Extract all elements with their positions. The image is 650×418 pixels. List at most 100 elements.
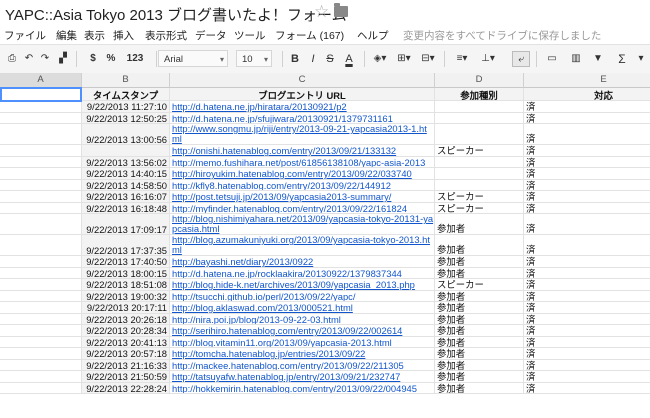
folder-icon[interactable] [334, 3, 348, 17]
type-cell[interactable]: スピーカー [435, 191, 524, 203]
status-cell[interactable]: 済 [524, 203, 650, 214]
url-cell[interactable]: http://d.hatena.ne.jp/sfujiwara/20130921… [170, 112, 435, 124]
timestamp-cell[interactable]: 9/22/2013 17:37:35 [82, 235, 170, 256]
timestamp-cell[interactable]: 9/22/2013 20:26:18 [82, 313, 170, 325]
more-icon[interactable]: ▾ [634, 51, 648, 67]
document-title[interactable]: YAPC::Asia Tokyo 2013 ブログ書いたよ！フォーム [5, 4, 347, 25]
status-cell[interactable]: 済 [524, 302, 650, 314]
header-type[interactable]: 参加種別 [435, 88, 524, 101]
strikethrough-button[interactable]: S [323, 51, 337, 67]
url-cell[interactable]: http://kfly8.hatenablog.com/entry/2013/0… [170, 179, 435, 191]
horizontal-align-icon[interactable]: ≡▾ [452, 51, 472, 67]
type-cell[interactable]: 参加者 [435, 235, 524, 256]
timestamp-cell[interactable]: 9/22/2013 19:00:32 [82, 290, 170, 302]
status-cell[interactable]: 済 [524, 279, 650, 291]
cell-a[interactable] [0, 290, 82, 302]
type-cell[interactable]: 参加者 [435, 267, 524, 279]
type-cell[interactable]: 参加者 [435, 290, 524, 302]
cell-a[interactable] [0, 348, 82, 360]
status-cell[interactable]: 済 [524, 348, 650, 360]
type-cell[interactable]: スピーカー [435, 279, 524, 291]
column-header-d[interactable]: D [435, 73, 524, 88]
cell-a[interactable] [0, 313, 82, 325]
percent-format-button[interactable]: % [104, 51, 118, 67]
url-cell[interactable]: http://serihiro.hatenablog.com/entry/201… [170, 325, 435, 337]
type-cell[interactable] [435, 179, 524, 191]
type-cell[interactable] [435, 124, 524, 145]
insert-chart-icon[interactable]: ▥ [566, 51, 586, 67]
url-cell[interactable]: http://hiroyukim.hatenablog.com/entry/20… [170, 168, 435, 180]
header-timestamp[interactable]: タイムスタンプ [82, 88, 170, 101]
cell-a[interactable] [0, 371, 82, 383]
url-cell[interactable]: http://blog.azumakuniyuki.org/2013/09/ya… [170, 235, 435, 256]
url-cell[interactable]: http://blog.nishimiyahara.net/2013/09/ya… [170, 214, 435, 235]
url-cell[interactable]: http://myfinder.hatenablog.com/entry/201… [170, 202, 435, 214]
url-cell[interactable]: http://d.hatena.ne.jp/rocklaakira/201309… [170, 267, 435, 279]
merge-cells-icon[interactable]: ⊟▾ [418, 51, 438, 67]
timestamp-cell[interactable]: 9/22/2013 13:00:56 [82, 124, 170, 145]
fill-color-icon[interactable]: ◈▾ [370, 51, 390, 67]
text-color-button[interactable]: A [340, 51, 358, 67]
vertical-align-icon[interactable]: ⊥▾ [478, 51, 498, 67]
cell-a[interactable] [0, 202, 82, 214]
url-cell[interactable]: http://nira.poi.jp/blog/2013-09-22-03.ht… [170, 313, 435, 325]
status-cell[interactable]: 済 [524, 214, 650, 235]
more-formats-button[interactable]: 123 [122, 51, 148, 67]
type-cell[interactable]: 参加者 [435, 325, 524, 337]
timestamp-cell[interactable]: 9/22/2013 17:09:17 [82, 214, 170, 235]
menu-item[interactable]: 挿入 [113, 28, 134, 43]
cell-a[interactable] [0, 325, 82, 337]
type-cell[interactable]: スピーカー [435, 145, 524, 157]
type-cell[interactable]: 参加者 [435, 313, 524, 325]
cell-a[interactable] [0, 145, 82, 157]
currency-format-button[interactable]: $ [86, 51, 100, 67]
menu-item[interactable]: 表示 [84, 28, 105, 43]
url-cell[interactable]: http://tsucchi.github.io/perl/2013/09/22… [170, 290, 435, 302]
url-cell[interactable]: http://blog.hide-k.net/archives/2013/09/… [170, 279, 435, 291]
cell-a[interactable] [0, 156, 82, 168]
status-cell[interactable]: 済 [524, 235, 650, 256]
url-cell[interactable]: http://d.hatena.ne.jp/hiratara/20130921/… [170, 101, 435, 113]
type-cell[interactable]: 参加者 [435, 382, 524, 394]
timestamp-cell[interactable]: 9/22/2013 21:50:59 [82, 371, 170, 383]
cell-a[interactable] [0, 235, 82, 256]
status-cell[interactable]: 済 [524, 101, 650, 113]
menu-item[interactable]: ヘルプ [357, 28, 389, 43]
header-url[interactable]: ブログエントリ URL [170, 88, 435, 101]
status-cell[interactable]: 済 [524, 360, 650, 371]
timestamp-cell[interactable] [82, 145, 170, 157]
timestamp-cell[interactable]: 9/22/2013 16:16:07 [82, 191, 170, 203]
undo-icon[interactable]: ↶ [22, 51, 36, 67]
column-header-b[interactable]: B [82, 73, 170, 88]
type-cell[interactable]: 参加者 [435, 256, 524, 268]
status-cell[interactable]: 済 [524, 314, 650, 325]
url-cell[interactable]: http://hokkemirin.hatenablog.com/entry/2… [170, 382, 435, 394]
insert-comment-icon[interactable]: ▭ [542, 51, 562, 67]
timestamp-cell[interactable]: 9/22/2013 18:51:08 [82, 279, 170, 291]
font-family-select[interactable]: Arial [158, 50, 228, 68]
menu-item[interactable]: ファイル [4, 28, 46, 43]
timestamp-cell[interactable]: 9/22/2013 11:27:10 [82, 101, 170, 113]
wrap-text-icon[interactable]: ⤶ [512, 51, 530, 67]
url-cell[interactable]: http://tomcha.hatenablog.jp/entries/2013… [170, 348, 435, 360]
timestamp-cell[interactable]: 9/22/2013 21:16:33 [82, 359, 170, 371]
cell-a[interactable] [0, 101, 82, 113]
timestamp-cell[interactable]: 9/22/2013 20:41:13 [82, 336, 170, 348]
status-cell[interactable]: 済 [524, 256, 650, 268]
cell-a[interactable] [0, 267, 82, 279]
url-cell[interactable]: http://bayashi.net/diary/2013/0922 [170, 256, 435, 268]
type-cell[interactable]: 参加者 [435, 336, 524, 348]
url-cell[interactable]: http://www.songmu.jp/riji/entry/2013-09-… [170, 124, 435, 145]
timestamp-cell[interactable]: 9/22/2013 16:18:48 [82, 202, 170, 214]
url-cell[interactable]: http://tatsuyafw.hatenablog.jp/entry/201… [170, 371, 435, 383]
url-cell[interactable]: http://onishi.hatenablog.com/entry/2013/… [170, 145, 435, 157]
cell-a[interactable] [0, 124, 82, 145]
functions-button[interactable]: Σ [612, 51, 632, 67]
type-cell[interactable]: 参加者 [435, 371, 524, 383]
timestamp-cell[interactable]: 9/22/2013 14:58:50 [82, 179, 170, 191]
status-cell[interactable]: 済 [524, 337, 650, 348]
cell-a[interactable] [0, 191, 82, 203]
type-cell[interactable]: 参加者 [435, 359, 524, 371]
status-cell[interactable]: 済 [524, 371, 650, 383]
type-cell[interactable] [435, 112, 524, 124]
